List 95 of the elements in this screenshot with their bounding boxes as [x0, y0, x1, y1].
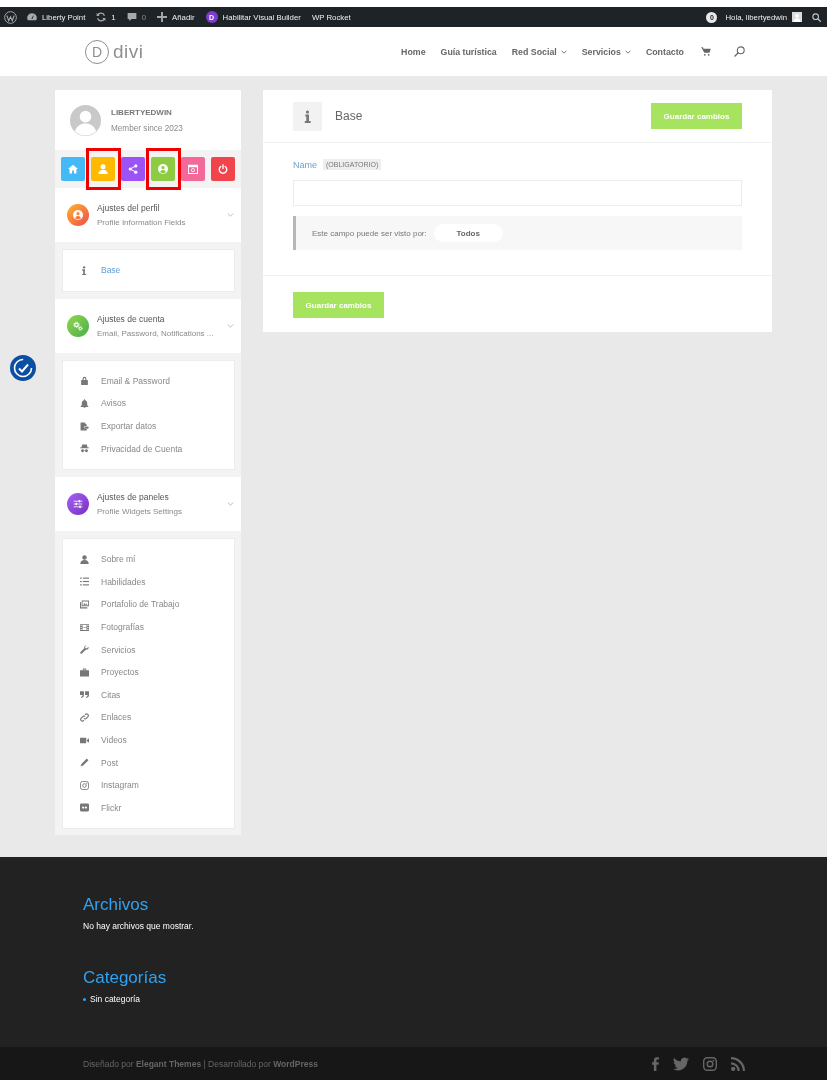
- lock-icon: [80, 376, 89, 386]
- section-header[interactable]: Ajustes de cuenta Email, Password, Notifications ...: [55, 298, 241, 353]
- person-icon: [80, 554, 89, 564]
- film-icon: [80, 622, 89, 632]
- bell-icon: [80, 399, 89, 408]
- logo-text[interactable]: divi: [113, 40, 144, 63]
- avatar-icon: [792, 12, 802, 22]
- sliders-icon: [67, 492, 89, 515]
- nav-link[interactable]: Servicios: [581, 46, 631, 57]
- info-icon: [293, 101, 322, 131]
- home-icon: [68, 164, 78, 174]
- calendar-button[interactable]: [181, 157, 205, 181]
- menu-item[interactable]: Sobre mí: [63, 547, 234, 571]
- gauge-icon: [27, 12, 37, 22]
- profile-name: LIBERTYEDWIN: [111, 107, 173, 117]
- bird-icon[interactable]: [673, 1056, 689, 1071]
- caret-icon: [624, 49, 631, 54]
- link-icon: [80, 712, 89, 722]
- menu-item[interactable]: Fotografías: [63, 615, 234, 639]
- menu-item[interactable]: Avisos: [63, 392, 234, 415]
- menu-item[interactable]: Servicios: [63, 638, 234, 661]
- menu-item[interactable]: Email & Password: [63, 369, 234, 393]
- power-button[interactable]: [211, 157, 235, 181]
- menu-item[interactable]: Base: [63, 259, 234, 282]
- field-label: Name: [293, 159, 317, 170]
- visibility-select[interactable]: Todos: [433, 224, 503, 242]
- search-icon[interactable]: [812, 12, 821, 22]
- w-circle-icon[interactable]: [4, 10, 17, 24]
- menu-item[interactable]: Instagram: [63, 773, 234, 797]
- pencil-icon: [80, 758, 89, 768]
- menu-item[interactable]: Citas: [63, 683, 234, 707]
- incognito-icon: [80, 444, 89, 454]
- comment-icon: [126, 12, 137, 22]
- video-camera-icon: [80, 735, 89, 745]
- widget-title: Categorías: [83, 968, 168, 988]
- caret-icon: [560, 49, 567, 54]
- section-header[interactable]: Ajustes de paneles Profile Widgets Settings: [55, 476, 241, 531]
- menu-item[interactable]: Enlaces: [63, 706, 234, 729]
- gears-icon: [67, 314, 89, 337]
- file-export-icon: [80, 421, 89, 431]
- nav-link[interactable]: Red Social: [511, 46, 567, 57]
- camera-icon[interactable]: [703, 1056, 717, 1071]
- section-title: Ajustes del perfil: [97, 203, 161, 213]
- section-subtitle: Profile Widgets Settings: [97, 506, 182, 516]
- chevron-icon: [227, 501, 234, 506]
- power-icon: [218, 164, 228, 174]
- bullet-icon: [83, 997, 86, 1001]
- section-title: Ajustes de paneles: [97, 491, 170, 502]
- footer-credits: Diseñado por Elegant Themes | Desarrollado por WordPress: [83, 1058, 318, 1069]
- menu-item[interactable]: Habilidades: [63, 570, 234, 594]
- avatar-icon: [70, 104, 101, 136]
- menu-item[interactable]: Videos: [63, 728, 234, 752]
- nav-link[interactable]: Contacto: [645, 46, 684, 57]
- menu-item[interactable]: Flickr: [63, 796, 234, 820]
- widget-text: No hay archivos que mostrar.: [83, 921, 195, 931]
- member-since: Member since 2023: [111, 123, 183, 133]
- home-button[interactable]: [61, 157, 85, 181]
- profile-button[interactable]: [91, 157, 115, 181]
- list-icon: [80, 577, 89, 587]
- images-icon: [80, 599, 89, 609]
- section-title: Ajustes de cuenta: [97, 313, 166, 324]
- category-link[interactable]: Sin categoría: [90, 994, 141, 1004]
- panel-title: Base: [335, 109, 363, 123]
- refresh-icon: [96, 12, 107, 22]
- widget-title: Archivos: [83, 895, 150, 915]
- menu-item[interactable]: Proyectos: [63, 660, 234, 684]
- visibility-label: Este campo puede ser visto por:: [312, 228, 427, 238]
- nav-link[interactable]: Guía turística: [440, 46, 497, 57]
- check-circle-icon[interactable]: [10, 355, 36, 381]
- section-header[interactable]: Ajustes del perfil Profile Information Fields: [55, 188, 241, 242]
- person-icon: [98, 164, 108, 174]
- section-subtitle: Email, Password, Notifications ...: [97, 328, 214, 338]
- chevron-icon: [227, 213, 234, 217]
- f-letter-icon[interactable]: [652, 1056, 659, 1071]
- user-circle-icon: [67, 204, 89, 226]
- share-button[interactable]: [121, 157, 145, 181]
- menu-item[interactable]: Post: [63, 751, 234, 774]
- account-button[interactable]: [151, 157, 175, 181]
- wrench-icon: [80, 645, 89, 655]
- feed-icon[interactable]: [731, 1056, 745, 1071]
- share-icon: [128, 164, 138, 174]
- info-icon: [82, 265, 87, 276]
- search-icon[interactable]: [734, 46, 745, 57]
- plus-icon: [157, 12, 168, 22]
- chevron-icon: [227, 323, 234, 328]
- calendar-icon: [188, 164, 198, 174]
- cart-icon[interactable]: [701, 47, 711, 56]
- menu-item[interactable]: Privacidad de Cuenta: [63, 437, 234, 460]
- camera-icon: [80, 780, 89, 790]
- section-subtitle: Profile Information Fields: [97, 218, 186, 227]
- menu-item[interactable]: Portafolio de Trabajo: [63, 593, 234, 616]
- nav-link[interactable]: Home: [401, 46, 426, 57]
- briefcase-icon: [80, 667, 89, 677]
- menu-item[interactable]: Exportar datos: [63, 414, 234, 438]
- quote-icon: [80, 690, 89, 700]
